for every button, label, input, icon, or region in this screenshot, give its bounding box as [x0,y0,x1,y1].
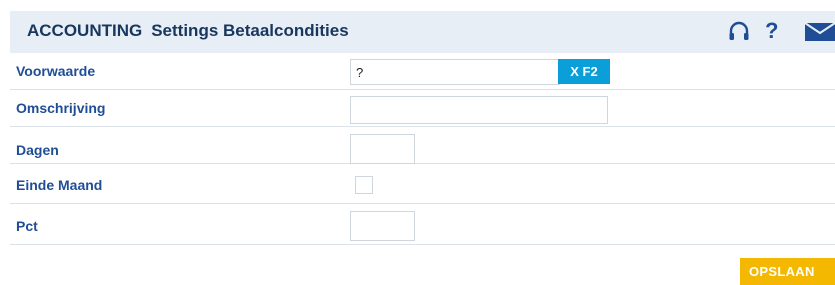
pct-label: Pct [16,218,38,234]
dagen-label: Dagen [16,142,59,158]
page-name: Settings Betaalcondities [151,21,349,40]
voorwaarde-label: Voorwaarde [16,63,96,79]
row-dagen: Dagen [10,128,835,164]
voorwaarde-input[interactable] [350,59,560,85]
header-bar: ACCOUNTING Settings Betaalcondities ? [10,11,835,53]
omschrijving-input[interactable] [350,96,608,124]
einde-maand-label: Einde Maand [16,177,103,193]
save-button[interactable]: OPSLAAN [740,258,835,285]
einde-maand-checkbox[interactable] [355,176,373,194]
dagen-input[interactable] [350,134,415,164]
row-pct: Pct [10,205,835,245]
pct-input[interactable] [350,211,415,241]
help-icon[interactable]: ? [765,18,778,44]
omschrijving-label: Omschrijving [16,100,106,116]
row-omschrijving: Omschrijving [10,91,835,127]
headset-icon[interactable] [728,20,750,44]
clear-f2-button[interactable]: X F2 [558,59,610,84]
mail-icon[interactable] [805,23,835,41]
app-name: ACCOUNTING [27,21,143,40]
row-voorwaarde: Voorwaarde X F2 [10,54,835,90]
page-title: ACCOUNTING Settings Betaalcondities [27,21,349,41]
row-einde-maand: Einde Maand [10,168,835,204]
